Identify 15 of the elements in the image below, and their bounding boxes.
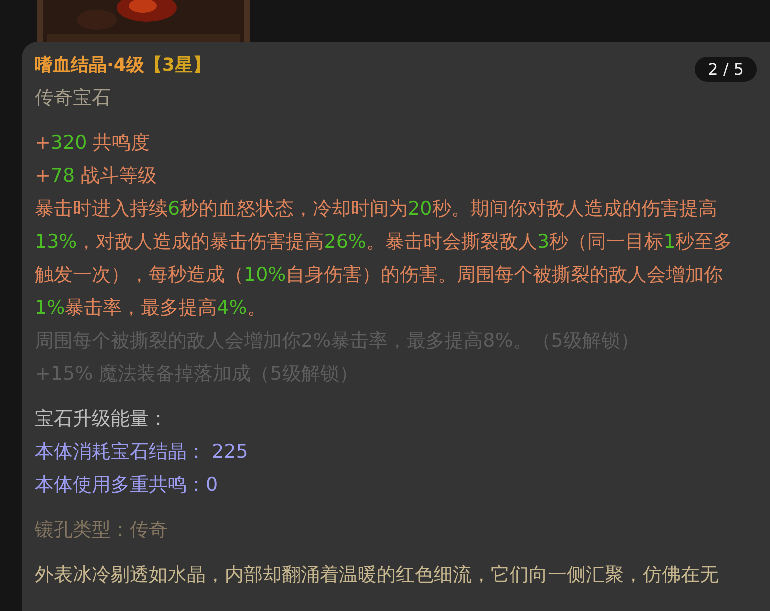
effect-line: +78 战斗等级 — [35, 164, 158, 189]
item-name: 嗜血结晶·4级 — [35, 54, 144, 78]
effect-line: 13%，对敌人造成的暴击伤害提高26%。暴击时会撕裂敌人3秒（同一目标1秒至多 — [35, 230, 734, 255]
item-type: 传奇宝石 — [35, 86, 112, 111]
socket-type: 镶孔类型：传奇 — [35, 518, 169, 543]
effect-line: 触发一次），每秒造成（10%自身伤害）的伤害。周围每个被撕裂的敌人会增加你 — [35, 263, 724, 288]
effect-line: 1%暴击率，最多提高4%。 — [35, 296, 268, 321]
lore-text: 外表冰冷剔透如水晶，内部却翻涌着温暖的红色细流，它们向一侧汇聚，仿佛在无 — [35, 563, 720, 588]
upgrade-cost: 本体消耗宝石结晶： 225 — [35, 440, 250, 465]
star-rank: 【3星】 — [144, 54, 211, 78]
upgrade-heading: 宝石升级能量： — [35, 407, 169, 432]
effect-line: 暴击时进入持续6秒的血怒状态，冷却时间为20秒。期间你对敌人造成的伤害提高 — [35, 197, 718, 222]
effect-line: +320 共鸣度 — [35, 131, 152, 156]
page-counter: 2 / 5 — [695, 57, 757, 82]
upgrade-cost: 本体使用多重共鸣：0 — [35, 473, 220, 498]
